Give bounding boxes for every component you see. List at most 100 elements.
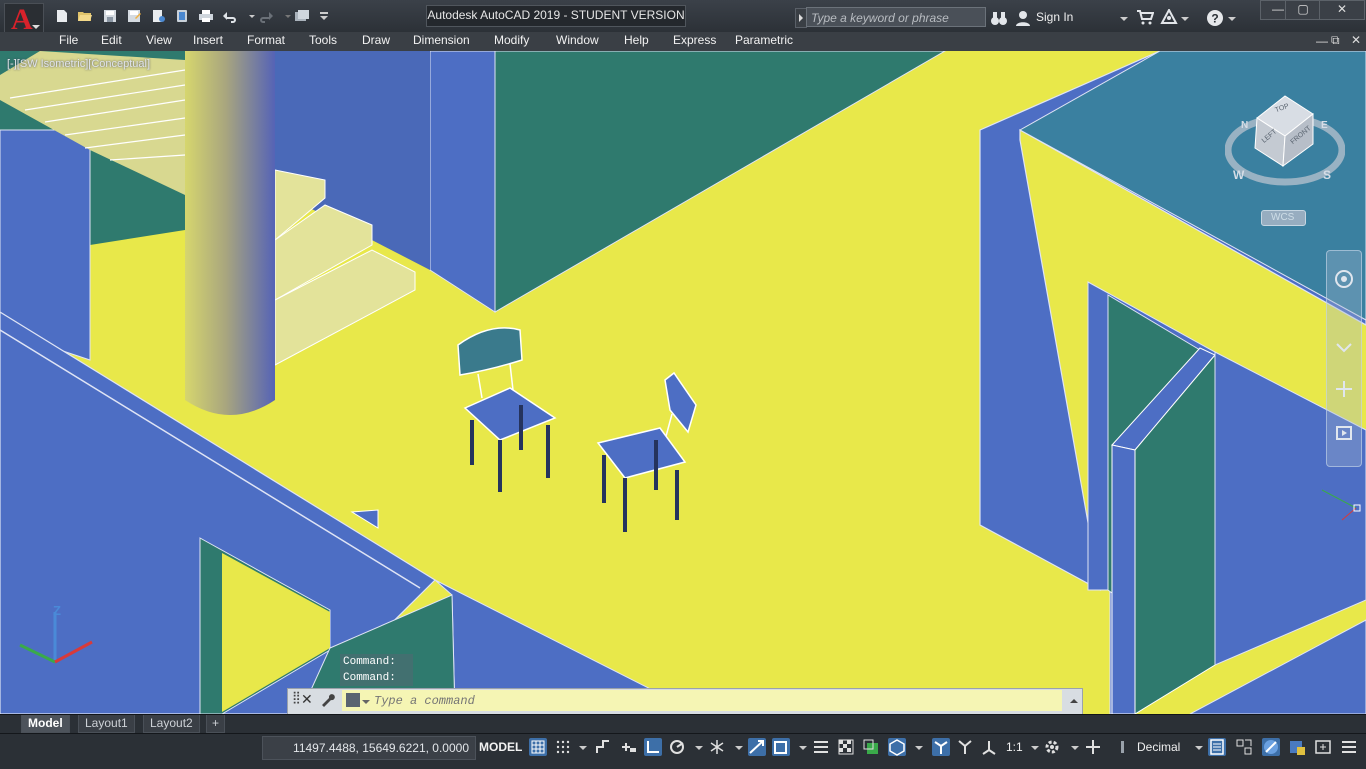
menu-tools[interactable]: Tools [309,33,337,47]
redo-dropdown-icon[interactable] [280,9,291,23]
viewport-controls-label[interactable]: [-][SW Isometric][Conceptual] [7,58,150,70]
model-space-button[interactable]: MODEL [479,740,522,754]
undo-icon[interactable] [222,9,238,23]
showmotion-icon[interactable] [1334,423,1354,443]
search-input[interactable]: Type a keyword or phrase [806,7,986,27]
doc-restore-button[interactable]: ⧉ [1331,33,1340,48]
transparency-icon[interactable] [837,738,855,756]
drawing-canvas[interactable] [0,51,1366,714]
dynamic-ucs-icon[interactable] [932,738,950,756]
menu-help[interactable]: Help [624,33,649,47]
tab-layout2[interactable]: Layout2 [143,715,200,733]
chevron-down-icon[interactable] [1228,12,1236,21]
chevron-down-icon[interactable] [730,738,743,756]
menu-edit[interactable]: Edit [101,33,122,47]
chevron-down-icon[interactable] [1181,12,1189,21]
isodraft-icon[interactable] [708,738,726,756]
plot-icon[interactable] [198,9,214,23]
menu-view[interactable]: View [146,33,172,47]
workspace-icon[interactable] [294,9,310,23]
menu-parametric[interactable]: Parametric [735,33,793,47]
user-icon[interactable] [1016,10,1030,26]
command-input[interactable] [342,690,1062,711]
maximize-button[interactable]: ▢ [1285,0,1321,20]
lineweight-icon[interactable] [812,738,830,756]
chevron-down-icon[interactable] [1120,12,1128,21]
application-menu-button[interactable]: A [4,3,44,36]
units-selector[interactable]: Decimal [1137,740,1180,754]
chevron-up-icon[interactable] [1070,694,1078,703]
chevron-down-icon[interactable] [794,738,807,756]
menu-window[interactable]: Window [556,33,599,47]
menu-insert[interactable]: Insert [193,33,223,47]
a360-icon[interactable] [1160,7,1178,25]
sign-in-button[interactable]: Sign In [1036,10,1073,24]
add-layout-button[interactable]: + [206,715,226,733]
chevron-down-icon[interactable] [1066,738,1079,756]
new-icon[interactable] [54,9,70,23]
3d-object-snap-icon[interactable] [888,738,906,756]
tab-layout1[interactable]: Layout1 [78,715,135,733]
menu-modify[interactable]: Modify [494,33,529,47]
wcs-menu-button[interactable]: WCS [1261,210,1306,226]
doc-close-button[interactable]: ✕ [1351,33,1361,47]
compass-west[interactable]: W [1233,168,1244,182]
workspace-switching-icon[interactable] [1043,738,1061,756]
steering-wheel-icon[interactable] [1334,269,1354,289]
annotation-monitor-icon[interactable] [1084,738,1102,756]
chevron-down-icon[interactable] [362,695,370,704]
open-from-web-icon[interactable] [150,9,166,23]
binoculars-icon[interactable] [990,10,1008,26]
object-snap-icon[interactable] [772,738,790,756]
chevron-down-icon[interactable] [1026,738,1039,756]
customize-quick-access-icon[interactable] [316,9,328,23]
chevron-down-icon[interactable] [1190,738,1203,756]
compass-south[interactable]: S [1323,168,1331,182]
coordinates-display[interactable]: 11497.4488, 15649.6221, 0.0000 [262,736,476,760]
menu-dimension[interactable]: Dimension [413,33,470,47]
save-as-icon[interactable] [126,9,142,23]
customization-menu-icon[interactable] [1340,738,1358,756]
clean-screen-icon[interactable] [1314,738,1332,756]
chevron-down-icon[interactable] [690,738,703,756]
command-prompt-icon[interactable] [346,693,360,707]
polar-tracking-icon[interactable] [668,738,686,756]
grip-icon[interactable]: ⣿ [292,690,301,704]
doc-minimize-button[interactable]: — [1316,34,1328,48]
chevron-down-icon[interactable] [910,738,923,756]
menu-draw[interactable]: Draw [362,33,390,47]
annotation-scale[interactable]: 1:1 [1006,740,1023,754]
tab-model[interactable]: Model [21,715,70,733]
infer-constraints-icon[interactable] [594,738,612,756]
gizmo-icon[interactable] [980,738,998,756]
close-button[interactable]: ✕ [1319,0,1365,20]
compass-north[interactable]: N [1241,120,1248,131]
save-icon[interactable] [102,9,118,23]
snap-mode-icon[interactable] [554,738,572,756]
help-icon[interactable]: ? [1206,9,1224,27]
viewcube[interactable]: TOP LEFT FRONT W S N E [1224,88,1346,198]
selection-filter-icon[interactable] [956,738,974,756]
close-icon[interactable]: ✕ [301,691,313,708]
menu-format[interactable]: Format [247,33,285,47]
quick-properties-icon[interactable] [1208,738,1226,756]
open-icon[interactable] [77,9,93,23]
orbit-icon[interactable] [1334,379,1354,399]
ortho-mode-icon[interactable] [644,738,662,756]
save-to-web-icon[interactable] [174,9,190,23]
cart-icon[interactable] [1136,9,1155,25]
chevron-down-icon[interactable] [574,738,587,756]
undo-dropdown-icon[interactable] [244,9,255,23]
wrench-icon[interactable] [320,692,336,708]
redo-icon[interactable] [258,9,274,23]
pan-icon[interactable] [1334,336,1354,356]
selection-cycling-icon[interactable] [862,738,880,756]
compass-east[interactable]: E [1321,120,1328,131]
dynamic-input-icon[interactable] [619,738,637,756]
hardware-acceleration-icon[interactable] [1288,738,1306,756]
grid-icon[interactable] [529,738,547,756]
menu-express[interactable]: Express [673,33,716,47]
lock-ui-icon[interactable] [1235,738,1253,756]
object-snap-tracking-icon[interactable] [748,738,766,756]
isolate-objects-icon[interactable] [1262,738,1280,756]
